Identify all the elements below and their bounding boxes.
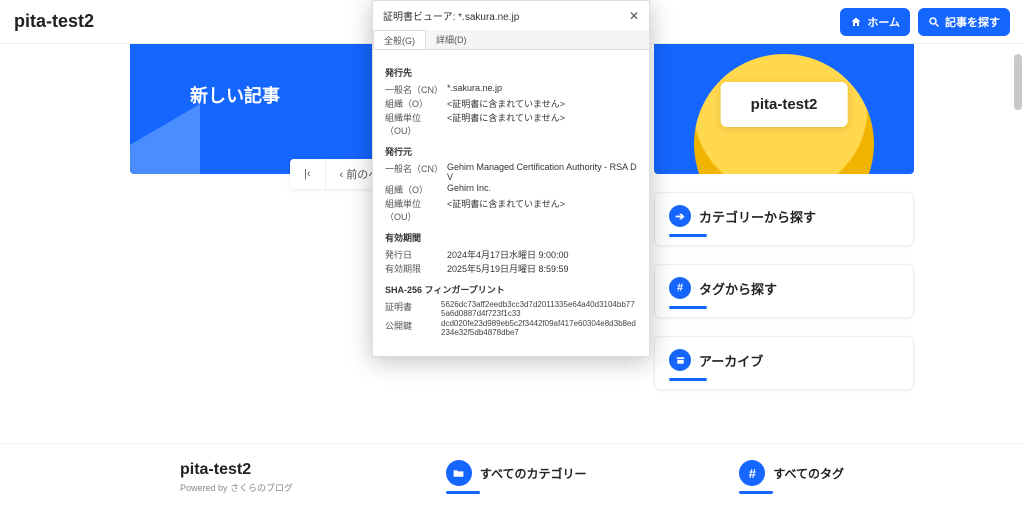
hash-icon: # — [669, 277, 691, 299]
footer-all-categories[interactable]: すべてのカテゴリー — [446, 460, 587, 494]
site-title: pita-test2 — [14, 11, 94, 32]
footer-all-categories-label: すべてのカテゴリー — [480, 465, 587, 482]
footer-all-tags[interactable]: # すべてのタグ — [739, 460, 844, 494]
folder-icon — [446, 460, 472, 486]
issued-by-o: 組織（O）Gehirn Inc. — [385, 183, 637, 196]
hero-title: 新しい記事 — [190, 82, 280, 108]
widget-tag[interactable]: # タグから探す — [654, 264, 914, 318]
footer-title: pita-test2 — [180, 461, 293, 479]
archive-icon — [669, 349, 691, 371]
widget-category[interactable]: ➔ カテゴリーから探す — [654, 192, 914, 246]
hero-decor-left — [130, 104, 200, 174]
search-icon — [928, 16, 940, 28]
home-button-label: ホーム — [867, 14, 900, 30]
search-button-label: 記事を探す — [945, 14, 1000, 30]
widget-archive-label: アーカイブ — [699, 351, 763, 370]
fingerprint-cert: 証明書5626dc73aff2eedb3cc3d7d2011335e64a40d… — [385, 300, 637, 318]
section-fingerprint: SHA-256 フィンガープリント — [385, 283, 637, 296]
widget-archive[interactable]: アーカイブ — [654, 336, 914, 390]
search-button[interactable]: 記事を探す — [918, 8, 1010, 36]
issued-to-o: 組織（O）<証明書に含まれていません> — [385, 97, 637, 110]
logo-card: pita-test2 — [721, 82, 848, 127]
dialog-tabs: 全般(G) 詳細(D) — [373, 30, 649, 50]
footer-powered: Powered by さくらのブログ — [180, 481, 293, 494]
widget-tag-label: タグから探す — [699, 279, 777, 298]
tab-detail[interactable]: 詳細(D) — [426, 30, 477, 49]
home-icon — [850, 16, 862, 28]
pager-first[interactable]: |‹ — [290, 159, 326, 189]
issued-to-cn: 一般名（CN）*.sakura.ne.jp — [385, 83, 637, 96]
close-icon[interactable]: ✕ — [629, 9, 639, 23]
widget-category-label: カテゴリーから探す — [699, 207, 816, 226]
section-validity: 有効期間 — [385, 231, 637, 244]
issued-by-cn: 一般名（CN）Gehirn Managed Certification Auth… — [385, 162, 637, 182]
dialog-title: 証明書ビューア: *.sakura.ne.jp — [383, 8, 519, 23]
section-issued-by: 発行元 — [385, 145, 637, 158]
footer: pita-test2 Powered by さくらのブログ すべてのカテゴリー … — [0, 443, 1024, 510]
issued-to-ou: 組織単位（OU）<証明書に含まれていません> — [385, 111, 637, 137]
top-actions: ホーム 記事を探す — [840, 8, 1010, 36]
dialog-body: 発行先 一般名（CN）*.sakura.ne.jp 組織（O）<証明書に含まれて… — [373, 50, 649, 346]
section-issued-to: 発行先 — [385, 66, 637, 79]
footer-brand: pita-test2 Powered by さくらのブログ — [180, 461, 293, 494]
hash-icon: # — [739, 460, 765, 486]
arrow-right-icon: ➔ — [669, 205, 691, 227]
dialog-header: 証明書ビューア: *.sakura.ne.jp ✕ — [373, 1, 649, 30]
sidebar-hero: pita-test2 — [654, 44, 914, 174]
validity-from: 発行日2024年4月17日水曜日 9:00:00 — [385, 248, 637, 261]
home-button[interactable]: ホーム — [840, 8, 910, 36]
sidebar-column: pita-test2 ➔ カテゴリーから探す # タグから探す アーカイブ — [654, 44, 914, 424]
tab-general[interactable]: 全般(G) — [373, 30, 426, 49]
fingerprint-key: 公開鍵dcd020fe23d989eb5c2f3442f09af417e6030… — [385, 319, 637, 337]
scrollbar-thumb[interactable] — [1014, 54, 1022, 110]
certificate-dialog: 証明書ビューア: *.sakura.ne.jp ✕ 全般(G) 詳細(D) 発行… — [372, 0, 650, 357]
validity-to: 有効期限2025年5月19日月曜日 8:59:59 — [385, 262, 637, 275]
footer-all-tags-label: すべてのタグ — [773, 465, 844, 482]
issued-by-ou: 組織単位（OU）<証明書に含まれていません> — [385, 197, 637, 223]
